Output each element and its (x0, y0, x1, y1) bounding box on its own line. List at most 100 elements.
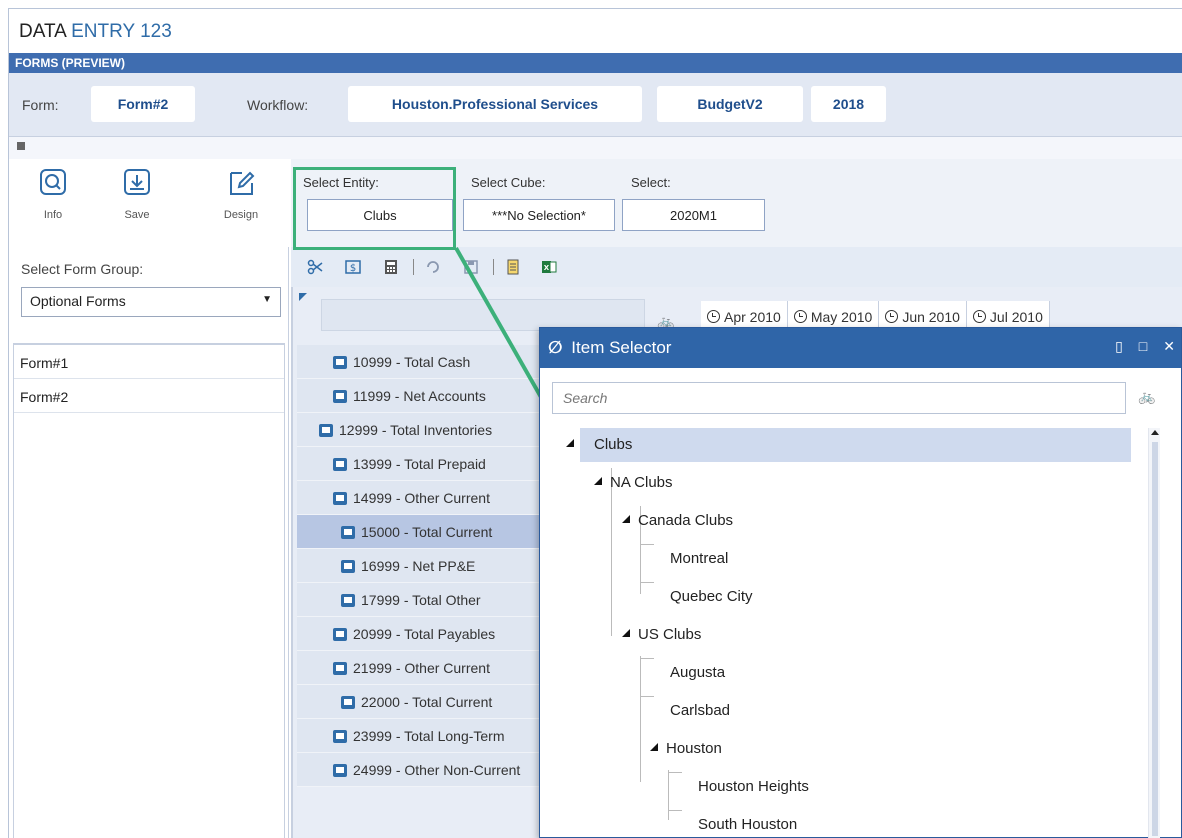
cube-label: Select Cube: (471, 175, 546, 190)
tree-node-na-clubs[interactable]: NA Clubs (610, 474, 673, 491)
app-title-bold: DATA (19, 21, 66, 42)
table-row[interactable]: 20999 - Total Payables (297, 617, 543, 651)
toolbar: Info Save Design (9, 159, 289, 247)
design-label: Design (223, 209, 259, 221)
year-pill[interactable]: 2018 (811, 86, 886, 122)
form-group-select[interactable]: Optional Forms ▼ (21, 287, 281, 317)
item-selector-dialog: ∅ Item Selector ▯ □ ✕ Search 🚲 Clubs NA … (539, 327, 1182, 838)
cube-selector[interactable]: ***No Selection* (463, 199, 615, 231)
save-icon (124, 169, 150, 195)
scenario-pill[interactable]: BudgetV2 (657, 86, 803, 122)
close-icon[interactable]: ✕ (1163, 338, 1175, 355)
expand-arrow-icon[interactable] (622, 629, 630, 637)
list-item[interactable]: Form#1 (14, 345, 284, 379)
table-row-selected[interactable]: 15000 - Total Current (297, 515, 543, 549)
form-group-label: Select Form Group: (21, 261, 144, 277)
tree-node-montreal[interactable]: Montreal (670, 550, 728, 567)
time-label: Select: (631, 175, 671, 190)
tree-connector (640, 544, 654, 545)
section-bar: FORMS (PREVIEW) (9, 53, 1182, 73)
row-label: 23999 - Total Long-Term (353, 728, 505, 744)
account-icon (319, 424, 333, 437)
tree-node-clubs[interactable]: Clubs (594, 436, 632, 453)
expand-arrow-icon[interactable] (622, 515, 630, 523)
design-button[interactable]: Design (211, 167, 271, 237)
bicycle-icon[interactable]: 🚲 (1138, 388, 1155, 405)
table-row[interactable]: 21999 - Other Current (297, 651, 543, 685)
dialog-titlebar[interactable]: ∅ Item Selector ▯ □ ✕ (540, 328, 1181, 368)
row-label: 22000 - Total Current (361, 694, 493, 710)
tree-selected-row[interactable] (580, 428, 1131, 462)
app-title-rest: ENTRY 123 (71, 21, 172, 42)
document-icon[interactable] (505, 259, 521, 275)
tree-node-houston[interactable]: Houston (666, 740, 722, 757)
time-selector[interactable]: 2020M1 (622, 199, 765, 231)
row-label: 14999 - Other Current (353, 490, 490, 506)
table-row[interactable]: 10999 - Total Cash (297, 345, 543, 379)
calculator-icon[interactable] (383, 259, 399, 275)
entity-highlight-box (293, 167, 456, 250)
table-row[interactable]: 13999 - Total Prepaid (297, 447, 543, 481)
table-row[interactable]: 23999 - Total Long-Term (297, 719, 543, 753)
table-row[interactable]: 24999 - Other Non-Current (297, 753, 543, 787)
corner-marker-icon (299, 293, 307, 301)
info-icon (40, 169, 66, 195)
tree-node-south-houston[interactable]: South Houston (698, 816, 797, 833)
tree-scrollbar[interactable] (1148, 428, 1160, 838)
toolbar-divider (493, 259, 494, 275)
tree-node-augusta[interactable]: Augusta (670, 664, 725, 681)
collapse-square-icon[interactable] (17, 142, 25, 150)
expand-arrow-icon[interactable] (566, 439, 574, 447)
entity-tree: Clubs NA Clubs Canada Clubs Montreal Que… (552, 424, 1170, 838)
tree-node-houston-heights[interactable]: Houston Heights (698, 778, 809, 795)
tree-node-us-clubs[interactable]: US Clubs (638, 626, 701, 643)
clock-icon (885, 310, 899, 323)
row-label: 17999 - Total Other (361, 592, 481, 608)
tree-node-quebec-city[interactable]: Quebec City (670, 588, 753, 605)
table-row[interactable]: 16999 - Net PP&E (297, 549, 543, 583)
account-icon (333, 390, 347, 403)
workflow-label: Workflow: (247, 97, 309, 113)
table-row[interactable]: 17999 - Total Other (297, 583, 543, 617)
tree-node-canada-clubs[interactable]: Canada Clubs (638, 512, 733, 529)
toolbar-divider (413, 259, 414, 275)
undo-icon[interactable] (425, 259, 441, 275)
tree-connector (611, 468, 612, 636)
list-item[interactable]: Form#2 (14, 379, 284, 413)
account-icon (333, 492, 347, 505)
floppy-disk-icon[interactable] (463, 259, 479, 275)
scroll-up-icon[interactable] (1151, 430, 1159, 435)
forms-list: Form#1 Form#2 (13, 343, 285, 838)
maximize-icon[interactable]: □ (1139, 338, 1147, 355)
tree-connector (668, 770, 669, 820)
table-row[interactable]: 11999 - Net Accounts (297, 379, 543, 413)
form-pill[interactable]: Form#2 (91, 86, 195, 122)
workflow-pill[interactable]: Houston.Professional Services (348, 86, 642, 122)
row-label: 20999 - Total Payables (353, 626, 496, 642)
row-label: 24999 - Other Non-Current (353, 762, 521, 778)
svg-text:$: $ (350, 263, 356, 274)
save-label: Save (124, 209, 150, 221)
search-input[interactable]: Search (552, 382, 1126, 414)
row-label: 15000 - Total Current (361, 524, 493, 540)
account-icon (341, 696, 355, 709)
scroll-thumb[interactable] (1152, 442, 1158, 836)
excel-icon[interactable]: X (541, 259, 557, 275)
clock-icon (707, 310, 720, 323)
clipboard-icon[interactable]: ▯ (1115, 338, 1123, 355)
expand-arrow-icon[interactable] (650, 743, 658, 751)
table-row[interactable]: 14999 - Other Current (297, 481, 543, 515)
save-button[interactable]: Save (107, 167, 167, 237)
tree-connector (640, 696, 654, 697)
tree-node-carlsbad[interactable]: Carlsbad (670, 702, 730, 719)
currency-icon[interactable]: $ (345, 259, 361, 275)
scissors-icon[interactable] (307, 259, 323, 275)
form-label: Form: (22, 97, 59, 113)
info-button[interactable]: Info (23, 167, 83, 237)
row-label: 12999 - Total Inventories (339, 422, 493, 438)
row-label: 21999 - Other Current (353, 660, 490, 676)
account-icon (333, 458, 347, 471)
table-row[interactable]: 12999 - Total Inventories (297, 413, 543, 447)
table-row[interactable]: 22000 - Total Current (297, 685, 543, 719)
expand-arrow-icon[interactable] (594, 477, 602, 485)
